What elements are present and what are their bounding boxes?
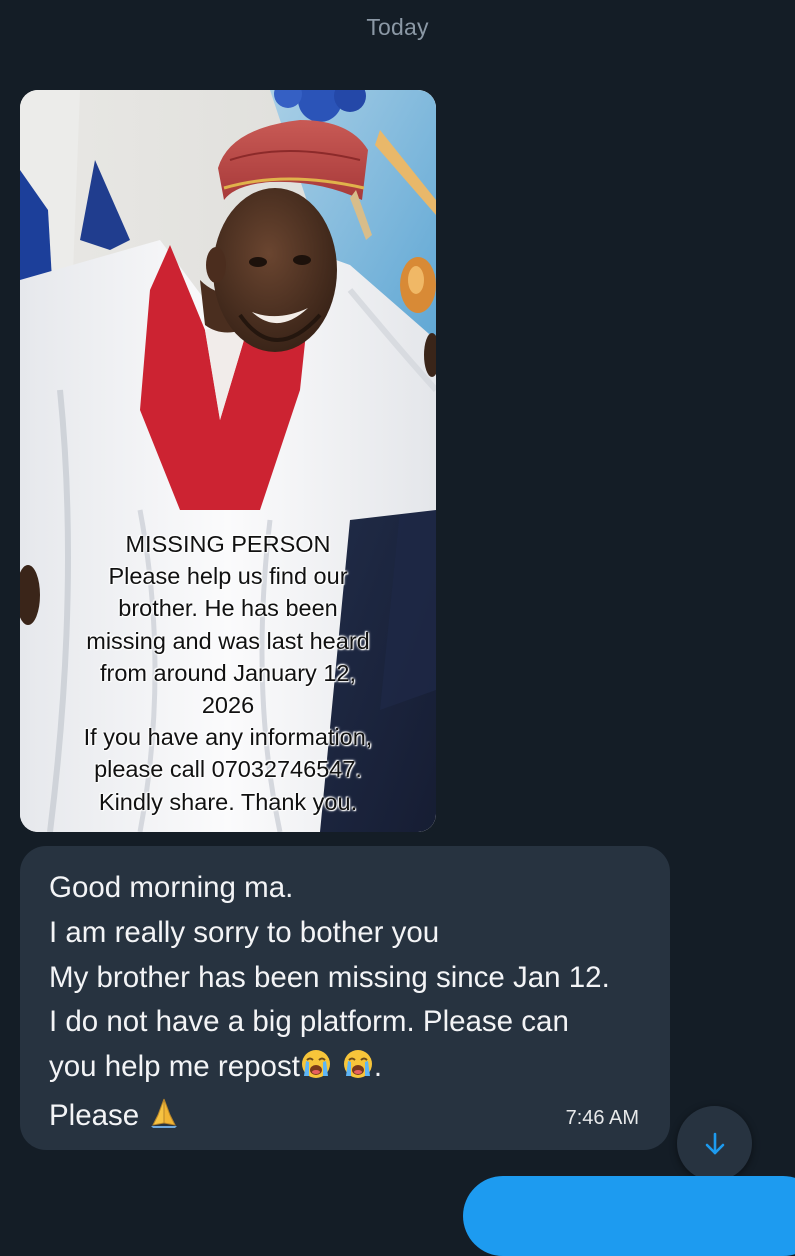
message-line: I do not have a big platform. Please can — [49, 1005, 569, 1039]
scroll-to-bottom-button[interactable] — [677, 1106, 752, 1181]
message-line: you help me repost — [49, 1050, 300, 1084]
poster-text: MISSING PERSON Please help us find our b… — [20, 528, 436, 818]
message-line-with-emoji: you help me repost. — [49, 1045, 610, 1094]
message-line: Good morning ma. — [49, 871, 294, 904]
message-period: . — [373, 1050, 383, 1084]
message-text: Good morning ma. I am really sorry to bo… — [49, 866, 610, 1143]
message-line: Please — [49, 1098, 140, 1132]
poster-line: Kindly share. Thank you. — [98, 788, 358, 815]
arrow-down-icon — [705, 1132, 724, 1154]
poster-line: brother. He has been — [118, 595, 338, 622]
poster-line: missing and was last heard — [86, 627, 370, 654]
received-message-bubble[interactable]: Good morning ma. I am really sorry to bo… — [20, 846, 670, 1150]
loudly-crying-face-emoji — [300, 1048, 332, 1094]
loudly-crying-face-emoji — [342, 1048, 374, 1094]
poster-heading: MISSING PERSON — [125, 531, 331, 557]
poster-line: If you have any information, — [83, 724, 373, 751]
image-message[interactable]: MISSING PERSON Please help us find our b… — [20, 90, 436, 832]
poster-line: please call 07032746547. — [94, 756, 362, 783]
message-line-with-emoji: Please — [49, 1094, 610, 1143]
poster-line: Please help us find our — [108, 563, 348, 590]
date-separator: Today — [366, 14, 429, 40]
message-line: My brother has been missing since Jan 12… — [49, 960, 610, 994]
message-timestamp: 7:46 AM — [565, 1107, 639, 1129]
folded-hands-emoji — [147, 1095, 181, 1143]
poster-line: from around January 12, — [99, 659, 357, 686]
poster-line: 2026 — [201, 692, 255, 719]
message-line: I am really sorry to bother you — [49, 915, 440, 949]
sent-message-bubble[interactable] — [463, 1176, 795, 1256]
